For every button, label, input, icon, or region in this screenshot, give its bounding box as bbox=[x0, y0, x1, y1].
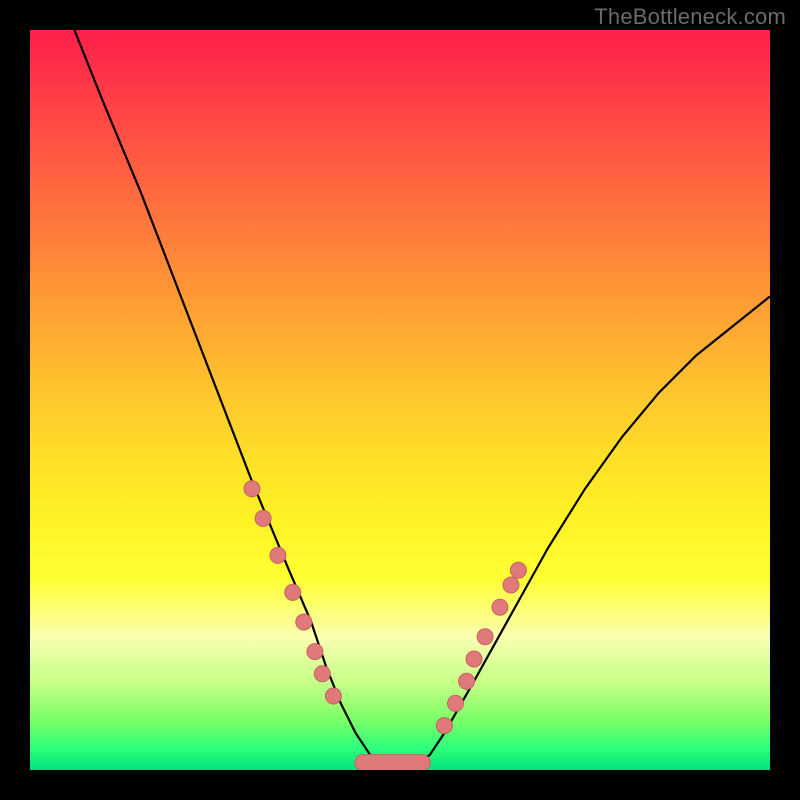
curve-marker bbox=[296, 614, 312, 630]
curve-marker bbox=[270, 547, 286, 563]
curve-marker bbox=[244, 481, 260, 497]
curve-marker bbox=[492, 599, 508, 615]
flat-region-pill bbox=[355, 755, 430, 770]
curve-marker bbox=[510, 562, 526, 578]
curve-marker bbox=[436, 718, 452, 734]
curve-marker bbox=[285, 584, 301, 600]
curve-marker bbox=[255, 510, 271, 526]
watermark-text: TheBottleneck.com bbox=[594, 4, 786, 30]
curve-markers bbox=[244, 481, 526, 734]
curve-marker bbox=[503, 577, 519, 593]
curve-marker bbox=[448, 695, 464, 711]
curve-marker bbox=[466, 651, 482, 667]
curve-marker bbox=[459, 673, 475, 689]
chart-svg bbox=[30, 30, 770, 770]
chart-frame: TheBottleneck.com bbox=[0, 0, 800, 800]
curve-marker bbox=[325, 688, 341, 704]
curve-marker bbox=[477, 629, 493, 645]
bottleneck-curve bbox=[74, 30, 770, 763]
chart-plot-area bbox=[30, 30, 770, 770]
curve-marker bbox=[314, 666, 330, 682]
curve-marker bbox=[307, 644, 323, 660]
flat-region bbox=[355, 755, 430, 770]
